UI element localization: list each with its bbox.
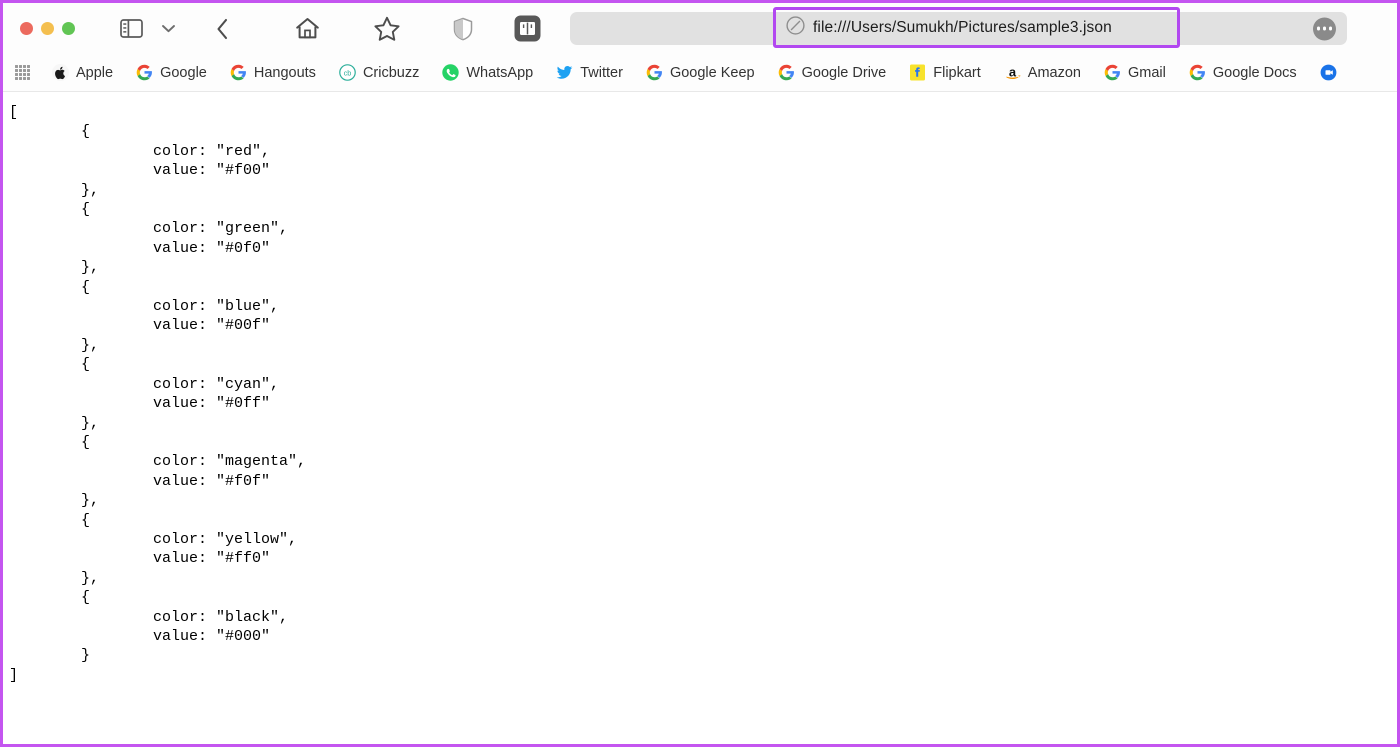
- bookmark-item-gmail[interactable]: Gmail: [1104, 64, 1166, 81]
- bookmarks-bar: Apple Google Hangouts cb Cricbuzz WhatsA…: [3, 54, 1397, 92]
- bookmark-item-google[interactable]: Google: [136, 64, 207, 81]
- whatsapp-icon: [442, 64, 460, 81]
- bookmark-item-hangouts[interactable]: Hangouts: [230, 64, 316, 81]
- apple-logo-icon: [52, 64, 69, 81]
- toolbar-button-group: [111, 12, 547, 46]
- google-g-icon: [230, 64, 247, 81]
- chevron-left-icon: [216, 18, 230, 40]
- flipkart-f-icon: [909, 64, 926, 81]
- bookmark-item-cricbuzz[interactable]: cb Cricbuzz: [339, 64, 419, 81]
- bookmark-label: Cricbuzz: [362, 64, 420, 81]
- google-g-icon: [1104, 64, 1121, 81]
- back-button[interactable]: [203, 12, 243, 46]
- star-icon: [374, 16, 400, 41]
- url-highlight-box[interactable]: file:///Users/Sumukh/Pictures/sample3.js…: [773, 7, 1180, 48]
- chevron-down-icon: [161, 23, 176, 34]
- address-bar[interactable]: file:///Users/Sumukh/Pictures/sample3.js…: [570, 7, 1347, 48]
- bookmark-item-apple[interactable]: Apple: [52, 64, 113, 81]
- bookmark-label: Twitter: [580, 64, 623, 81]
- bookmark-label: Google: [160, 64, 207, 81]
- sidebar-toggle-button[interactable]: [111, 12, 151, 46]
- safari-browser-window: file:///Users/Sumukh/Pictures/sample3.js…: [0, 0, 1400, 747]
- svg-text:a: a: [1009, 64, 1017, 79]
- book-icon: [514, 15, 541, 42]
- reading-list-button[interactable]: [507, 12, 547, 46]
- amazon-a-icon: a: [1004, 64, 1021, 81]
- svg-text:cb: cb: [344, 68, 352, 77]
- bookmark-label: Amazon: [1027, 64, 1081, 81]
- twitter-bird-icon: [556, 64, 573, 81]
- apps-grid-icon[interactable]: [15, 65, 30, 80]
- google-g-icon: [778, 64, 795, 81]
- shield-icon: [453, 17, 473, 41]
- bookmark-label: Gmail: [1127, 64, 1166, 81]
- bookmark-item-google-duo[interactable]: [1320, 64, 1344, 81]
- minimize-window-button[interactable]: [41, 22, 54, 35]
- sidebar-dropdown-button[interactable]: [151, 12, 185, 46]
- google-duo-icon: [1320, 64, 1337, 81]
- maximize-window-button[interactable]: [62, 22, 75, 35]
- home-button[interactable]: [287, 12, 327, 46]
- cricbuzz-cb-icon: cb: [339, 64, 356, 81]
- bookmark-item-amazon[interactable]: a Amazon: [1004, 64, 1081, 81]
- close-window-button[interactable]: [20, 22, 33, 35]
- json-plaintext-body: [ { color: "red", value: "#f00" }, { col…: [9, 104, 307, 684]
- bookmark-item-whatsapp[interactable]: WhatsApp: [442, 64, 533, 81]
- sidebar-icon: [119, 19, 143, 38]
- browser-toolbar: file:///Users/Sumukh/Pictures/sample3.js…: [3, 3, 1397, 54]
- add-bookmark-button[interactable]: [367, 12, 407, 46]
- bookmark-item-google-drive[interactable]: Google Drive: [778, 64, 887, 81]
- home-icon: [295, 17, 320, 40]
- bookmark-item-flipkart[interactable]: Flipkart: [909, 64, 981, 81]
- window-traffic-lights: [3, 22, 75, 35]
- privacy-report-button[interactable]: [443, 12, 483, 46]
- bookmark-label: Google Keep: [669, 64, 755, 81]
- more-options-icon[interactable]: [1313, 17, 1336, 40]
- bookmark-item-twitter[interactable]: Twitter: [556, 64, 623, 81]
- bookmark-item-google-docs[interactable]: Google Docs: [1189, 64, 1297, 81]
- google-g-icon: [136, 64, 153, 81]
- page-content-area: [ { color: "red", value: "#f00" }, { col…: [3, 92, 1397, 744]
- bookmark-label: Apple: [76, 64, 114, 81]
- bookmark-label: Flipkart: [933, 64, 981, 81]
- google-g-icon: [1189, 64, 1206, 81]
- google-g-icon: [646, 64, 663, 81]
- bookmark-item-google-keep[interactable]: Google Keep: [646, 64, 755, 81]
- bookmark-label: WhatsApp: [466, 64, 534, 81]
- bookmark-label: Hangouts: [253, 64, 316, 81]
- url-text: file:///Users/Sumukh/Pictures/sample3.js…: [813, 18, 1112, 36]
- bookmark-label: Google Docs: [1212, 64, 1297, 81]
- bookmark-label: Google Drive: [801, 64, 887, 81]
- safari-compass-icon: [786, 15, 805, 40]
